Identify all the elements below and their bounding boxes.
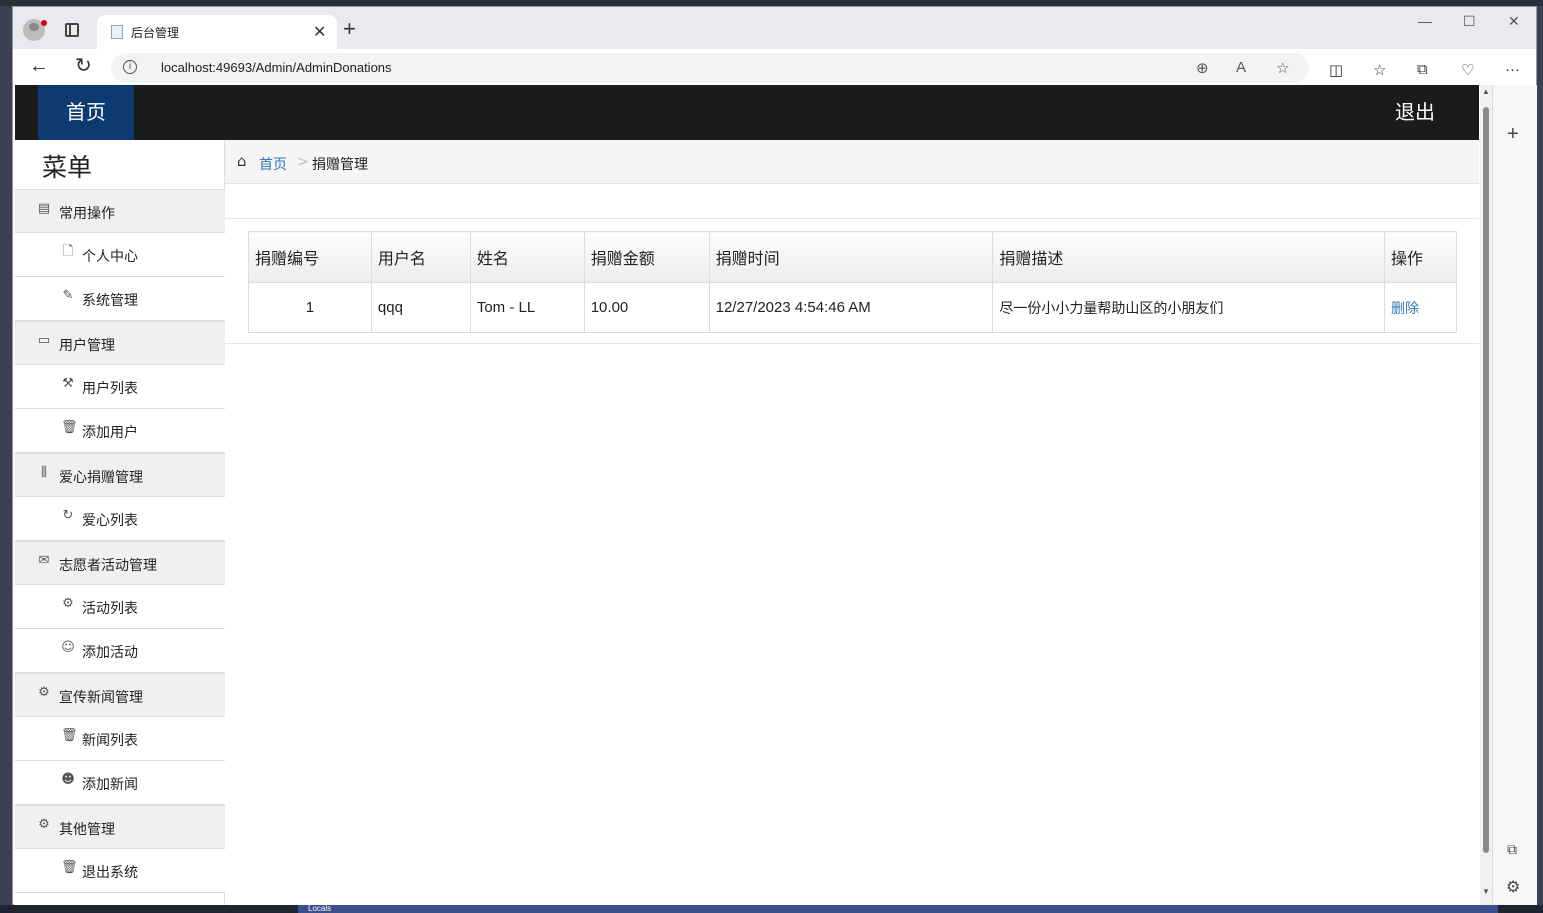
cog-icon: ⚙ [38, 817, 50, 832]
extensions-icon[interactable]: ♡ [1461, 61, 1474, 79]
trash-icon: 🗑 [61, 728, 78, 743]
address-bar[interactable]: i localhost:49693/Admin/AdminDonations ⊕… [111, 53, 1309, 83]
scroll-up-icon[interactable]: ▲ [1482, 87, 1490, 96]
favorite-star-icon[interactable]: ☆ [1276, 59, 1289, 77]
favorites-icon[interactable]: ☆ [1373, 61, 1386, 79]
list-alt-icon: ▭ [37, 333, 51, 348]
site-info-icon[interactable]: i [123, 60, 137, 74]
browser-sidebar: + ⧉ ⚙ [1492, 85, 1537, 905]
back-arrow-icon[interactable]: ← [29, 55, 49, 77]
breadcrumb-separator: > [297, 154, 309, 170]
new-tab-button[interactable]: + [343, 18, 356, 40]
smile-icon: ☺ [61, 640, 75, 655]
read-aloud-icon[interactable]: A [1236, 59, 1246, 76]
locals-panel-title: Locals [298, 905, 1498, 913]
tab-title: 后台管理 [131, 26, 180, 40]
trash-icon: 🗑 [61, 420, 78, 435]
cell-amount: 10.00 [583, 282, 710, 333]
add-sidebar-app-icon[interactable]: + [1507, 123, 1519, 146]
minimize-button[interactable]: — [1418, 13, 1432, 29]
delete-link[interactable]: 删除 [1391, 301, 1419, 317]
menu-group-common[interactable]: ▤ 常用操作 [15, 189, 225, 233]
wrench-icon: ⚒ [62, 376, 74, 391]
page-favicon-icon [111, 25, 123, 39]
close-window-button[interactable]: ✕ [1508, 13, 1520, 30]
sidebar-item-donation-list[interactable]: ↻ 爱心列表 [15, 497, 225, 541]
cell-name: Tom - LL [469, 282, 585, 333]
reload-icon[interactable]: ↻ [75, 55, 92, 77]
menu-group-users[interactable]: ▭ 用户管理 [15, 321, 225, 365]
refresh-icon: ↻ [62, 508, 74, 523]
collections-icon[interactable]: ⧉ [1417, 61, 1428, 78]
tab-actions-icon[interactable] [65, 23, 79, 37]
sidebar-item-activity-list[interactable]: ⚙ 活动列表 [15, 585, 225, 629]
sidebar-item-add-news[interactable]: ☻ 添加新闻 [15, 761, 225, 805]
sidebar-item-add-activity[interactable]: ☺ 添加活动 [15, 629, 225, 673]
breadcrumb-home-link[interactable]: 首页 [259, 154, 287, 174]
tab-close-icon[interactable]: ✕ [313, 22, 326, 42]
column-header-description: 捐赠描述 [992, 231, 1385, 283]
url-text[interactable]: localhost:49693/Admin/AdminDonations [161, 60, 392, 75]
cell-time: 12/27/2023 4:54:46 AM [708, 282, 994, 333]
cog-icon: ⚙ [62, 596, 74, 611]
tab-bar: 后台管理 ✕ + — ☐ ✕ [13, 7, 1536, 49]
home-icon: ⌂ [237, 152, 247, 170]
column-header-username: 用户名 [370, 231, 471, 283]
open-external-icon[interactable]: ⧉ [1507, 841, 1517, 858]
column-header-time: 捐赠时间 [708, 231, 994, 283]
column-header-name: 姓名 [469, 231, 585, 283]
more-menu-icon[interactable]: ··· [1505, 61, 1520, 78]
site-header: 首页 退出 [15, 85, 1479, 140]
sidebar-item-exit-system[interactable]: 🗑 退出系统 [15, 849, 225, 893]
sidebar-item-news-list[interactable]: 🗑 新闻列表 [15, 717, 225, 761]
table-header-row: 捐赠编号 用户名 姓名 捐赠金额 捐赠时间 捐赠描述 操作 [248, 231, 1457, 283]
divider [225, 218, 1479, 219]
home-nav-link[interactable]: 首页 [38, 85, 134, 140]
main-content: ⌂ 首页 > 捐赠管理 捐赠编号 用户名 姓名 捐赠金额 捐赠时间 捐赠描述 操… [225, 140, 1479, 905]
logout-link[interactable]: 退出 [1395, 85, 1435, 140]
donations-table: 捐赠编号 用户名 姓名 捐赠金额 捐赠时间 捐赠描述 操作 1 qqq Tom … [248, 231, 1457, 333]
settings-gear-icon[interactable]: ⚙ [1506, 877, 1520, 897]
sidebar-item-add-user[interactable]: 🗑 添加用户 [15, 409, 225, 453]
trash-icon: 🗑 [61, 860, 78, 875]
tab-active[interactable]: 后台管理 ✕ [97, 15, 337, 49]
menu-group-donations[interactable]: ⫼ 爱心捐赠管理 [15, 453, 225, 497]
cell-username: qqq [370, 282, 471, 333]
browser-window: 后台管理 ✕ + — ☐ ✕ ← ↻ i localhost:49693/Adm… [12, 6, 1537, 905]
sidebar-item-profile[interactable]: 🗋 个人中心 [15, 233, 225, 277]
table-row: 1 qqq Tom - LL 10.00 12/27/2023 4:54:46 … [248, 282, 1457, 333]
split-screen-icon[interactable]: ◫ [1329, 61, 1343, 79]
menu-group-other[interactable]: ⚙ 其他管理 [15, 805, 225, 849]
cell-id: 1 [248, 282, 372, 333]
menu-title: 菜单 [42, 153, 93, 182]
navigation-bar: ← ↻ i localhost:49693/Admin/AdminDonatio… [13, 49, 1536, 85]
face-icon: ☻ [61, 772, 75, 787]
scrollbar-thumb[interactable] [1483, 107, 1489, 853]
cell-description: 尽一份小小力量帮助山区的小朋友们 [992, 282, 1385, 333]
page-viewport: 首页 退出 菜单 ▤ 常用操作 🗋 个人中心 ✎ 系统管理 ▭ 用户管理 ⚒ 用… [14, 85, 1480, 905]
cog-icon: ⚙ [38, 685, 50, 700]
notification-dot [41, 20, 47, 26]
menu-group-news[interactable]: ⚙ 宣传新闻管理 [15, 673, 225, 717]
page-scrollbar[interactable]: ▲ ▼ [1480, 85, 1492, 905]
column-header-id: 捐赠编号 [248, 231, 372, 283]
maximize-button[interactable]: ☐ [1463, 13, 1476, 30]
breadcrumb: ⌂ 首页 > 捐赠管理 [225, 140, 1479, 184]
list-icon: ▤ [37, 201, 51, 216]
column-header-action: 操作 [1384, 231, 1457, 283]
sidebar-item-user-list[interactable]: ⚒ 用户列表 [15, 365, 225, 409]
envelope-icon: ✉ [38, 553, 50, 568]
zoom-icon[interactable]: ⊕ [1196, 59, 1209, 77]
cell-action: 删除 [1384, 282, 1457, 333]
scroll-down-icon[interactable]: ▼ [1482, 887, 1490, 896]
sidebar-item-system[interactable]: ✎ 系统管理 [15, 277, 225, 321]
divider [225, 343, 1479, 344]
file-icon: 🗋 [62, 244, 74, 259]
sidebar-menu: 菜单 ▤ 常用操作 🗋 个人中心 ✎ 系统管理 ▭ 用户管理 ⚒ 用户列表 🗑 … [15, 140, 225, 905]
books-icon: ⫼ [41, 465, 47, 480]
brush-icon: ✎ [62, 288, 74, 303]
column-header-amount: 捐赠金额 [583, 231, 710, 283]
breadcrumb-current: 捐赠管理 [312, 157, 368, 173]
menu-group-volunteer[interactable]: ✉ 志愿者活动管理 [15, 541, 225, 585]
